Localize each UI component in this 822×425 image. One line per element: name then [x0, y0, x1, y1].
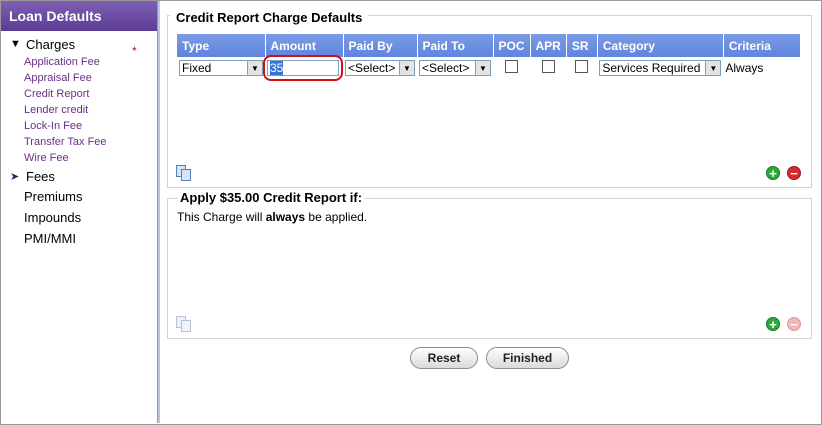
- column-header: Criteria: [723, 34, 801, 57]
- nav-group-charges[interactable]: ▼ Charges: [10, 34, 107, 54]
- required-asterisk: *: [132, 44, 137, 58]
- sidebar-item-lock-in-fee[interactable]: Lock-In Fee: [24, 118, 107, 134]
- column-header: SR: [566, 34, 598, 57]
- add-icon[interactable]: +: [766, 317, 780, 331]
- collapsed-arrow-icon[interactable]: ➤: [10, 170, 26, 183]
- table-header-row: Type Amount Paid By Paid To POC APR SR C…: [177, 34, 801, 57]
- poc-checkbox[interactable]: [505, 60, 518, 73]
- column-header: Amount: [265, 34, 344, 57]
- sidebar-item-lender-credit[interactable]: Lender credit: [24, 102, 107, 118]
- amount-cell: 35: [263, 55, 343, 81]
- finished-button[interactable]: Finished: [486, 347, 569, 369]
- table-row: Fixed ▼ 35 <Select> ▼ <Select> ▼ Service…: [177, 55, 800, 81]
- sidebar-item-pmi-mmi[interactable]: PMI/MMI: [10, 228, 107, 249]
- sidebar-item-transfer-tax-fee[interactable]: Transfer Tax Fee: [24, 134, 107, 150]
- chevron-down-icon[interactable]: ▼: [399, 61, 414, 75]
- column-header: Paid By: [343, 34, 418, 57]
- apply-text-after: be applied.: [305, 210, 368, 224]
- paid-to-select[interactable]: <Select> ▼: [419, 60, 491, 76]
- criteria-value: Always: [725, 61, 764, 75]
- paid-by-value: <Select>: [348, 61, 396, 75]
- chevron-down-icon[interactable]: ▼: [475, 61, 490, 75]
- column-header: Paid To: [417, 34, 494, 57]
- expanded-arrow-icon[interactable]: ▼: [10, 38, 26, 50]
- sidebar-item-impounds[interactable]: Impounds: [10, 207, 107, 228]
- chevron-down-icon[interactable]: ▼: [705, 61, 721, 75]
- type-select[interactable]: Fixed ▼: [179, 60, 263, 76]
- apply-text-bold: always: [265, 210, 306, 224]
- remove-icon[interactable]: −: [787, 166, 801, 180]
- sidebar-title: Loan Defaults: [1, 1, 157, 31]
- nav-group-fees[interactable]: ➤ Fees: [10, 166, 107, 186]
- type-select-value: Fixed: [182, 61, 212, 75]
- remove-icon: −: [787, 317, 801, 331]
- column-header: POC: [493, 34, 531, 57]
- charges-list: Application Fee Appraisal Fee Credit Rep…: [24, 54, 107, 166]
- copy-icon: [176, 316, 192, 332]
- apply-text-before: This Charge will: [177, 210, 266, 224]
- column-header: APR: [530, 34, 567, 57]
- apply-description: This Charge will always be applied.: [177, 210, 367, 224]
- sidebar-divider[interactable]: [157, 1, 160, 423]
- add-icon[interactable]: +: [766, 166, 780, 180]
- highlight-ring: [263, 55, 343, 81]
- sidebar-item-wire-fee[interactable]: Wire Fee: [24, 150, 107, 166]
- category-value: Services Required: [602, 61, 701, 75]
- column-header: Category: [597, 34, 724, 57]
- sidebar-item-appraisal-fee[interactable]: Appraisal Fee: [24, 70, 107, 86]
- chevron-down-icon[interactable]: ▼: [247, 61, 262, 75]
- copy-icon[interactable]: [176, 165, 192, 181]
- apply-title: Apply $35.00 Credit Report if:: [178, 190, 365, 205]
- paid-to-value: <Select>: [422, 61, 470, 75]
- category-select[interactable]: Services Required ▼: [599, 60, 722, 76]
- sr-checkbox[interactable]: [575, 60, 589, 73]
- panel-legend: Credit Report Charge Defaults: [170, 10, 369, 25]
- paid-by-select[interactable]: <Select> ▼: [345, 60, 415, 76]
- apr-checkbox[interactable]: [541, 60, 555, 73]
- sidebar-item-credit-report[interactable]: Credit Report: [24, 86, 107, 102]
- sidebar-item-application-fee[interactable]: Application Fee: [24, 54, 107, 70]
- sidebar-nav: ▼ Charges Application Fee Appraisal Fee …: [10, 34, 107, 249]
- nav-group-label: Charges: [26, 36, 76, 52]
- charges-table: Type Amount Paid By Paid To POC APR SR C…: [177, 34, 801, 81]
- reset-button[interactable]: Reset: [410, 347, 478, 369]
- nav-group-label: Fees: [26, 168, 55, 184]
- sidebar-item-premiums[interactable]: Premiums: [10, 186, 107, 207]
- column-header: Type: [177, 34, 266, 57]
